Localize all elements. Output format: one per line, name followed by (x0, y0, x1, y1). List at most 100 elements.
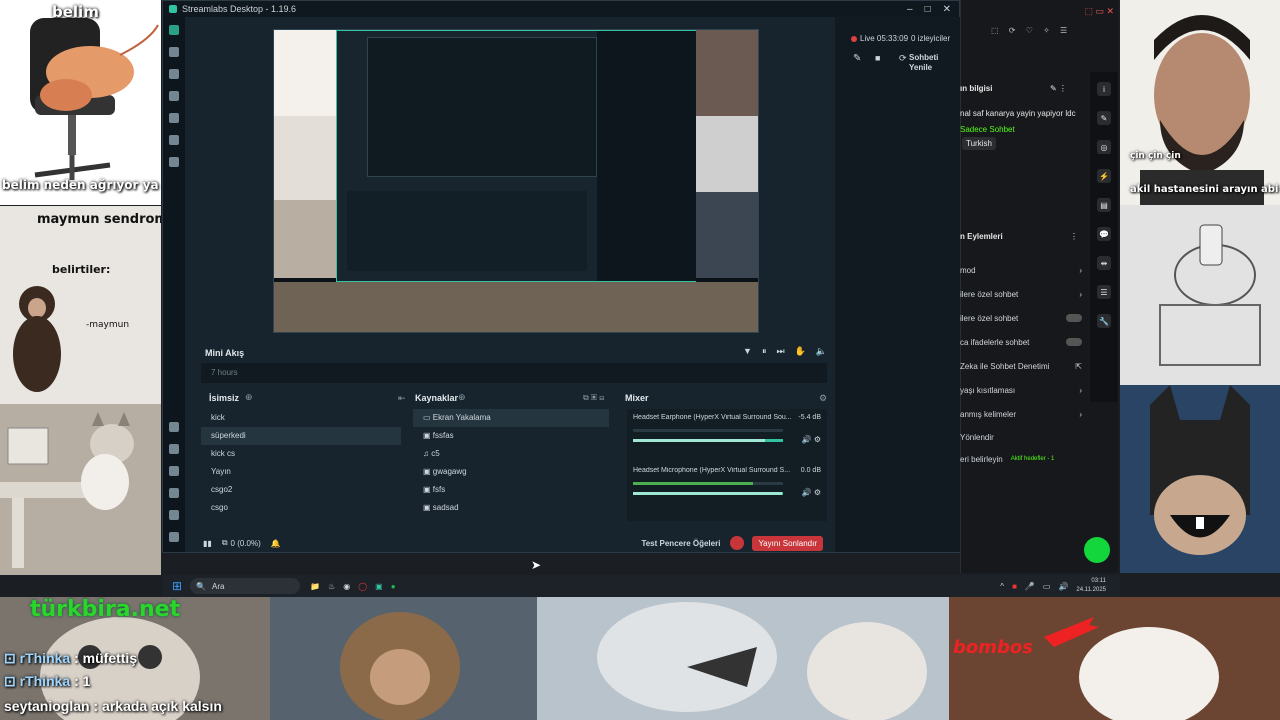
add-scene-icon[interactable]: ⊕ (245, 392, 253, 403)
speaker-icon[interactable]: 🔊 (1058, 582, 1068, 591)
volume-icon[interactable]: 🔈 (816, 346, 827, 357)
rec-button[interactable] (730, 536, 745, 550)
title-bar: Streamlabs Desktop - 1.19.6 – □ ✕ (163, 1, 959, 17)
chat-action-row[interactable]: ilere özel sohbet (960, 306, 1082, 330)
scene-item[interactable]: Yayın (201, 463, 401, 481)
chat-action-row[interactable]: eri belirleyin Aktif hedefler - 1 (960, 448, 1082, 470)
scene-item-selected[interactable]: süperkedi (201, 427, 401, 445)
volume-fill (633, 439, 765, 442)
chat-action-row[interactable]: Yönlendir (960, 426, 1082, 448)
window-title: Streamlabs Desktop - 1.19.6 (182, 4, 297, 14)
source-item[interactable]: ▭ Ekran Yakalama (413, 409, 609, 427)
record-icon[interactable] (169, 157, 179, 167)
chrome-icon[interactable]: ◉ (343, 582, 350, 591)
theme-icon[interactable] (169, 47, 179, 57)
source-item[interactable]: ▣ fsfs (413, 481, 609, 499)
edit-icon[interactable]: ✎ (853, 53, 861, 64)
flash-icon[interactable]: ⚡ (1097, 169, 1111, 183)
scene-transition-icon[interactable]: ⇤ (398, 393, 406, 404)
computer-cat-illustration (0, 404, 161, 575)
filter-icon[interactable]: ▼ (743, 346, 752, 357)
source-tools-icon[interactable]: ⧉ ▣ ⊟ (583, 393, 604, 403)
profile-icon[interactable] (169, 532, 179, 542)
test-widgets-button[interactable]: Test Pencere Öğeleri (641, 539, 720, 548)
chat-actions-title: n Eylemleri (960, 232, 1003, 241)
stats-bars-icon[interactable]: ▮▮ (203, 539, 212, 548)
edit-stream-icon[interactable]: ✎ ⋮ (1050, 84, 1067, 93)
tray-chevron-icon[interactable]: ^ (1000, 582, 1004, 591)
list-icon[interactable]: ☰ (1097, 285, 1111, 299)
volume-fill (633, 492, 782, 495)
chat-action-row[interactable]: mod › (960, 258, 1082, 282)
mute-alerts-icon[interactable]: ✋ (795, 346, 806, 357)
chat-action-row[interactable]: ca ifadelerle sohbet (960, 330, 1082, 354)
chat-action-row[interactable]: ilere özel sohbet › (960, 282, 1082, 306)
mod-icon[interactable]: ■ (875, 53, 880, 63)
mixer-channel-1-slider[interactable] (633, 439, 783, 442)
split-icon[interactable]: ⇹ (1097, 256, 1111, 270)
mouse-cursor-icon: ➤ (531, 558, 542, 572)
source-item[interactable]: ▣ gwagawg (413, 463, 609, 481)
minimize-icon[interactable]: – (907, 4, 913, 15)
chat-action-row[interactable]: Zeka ile Sohbet Denetimi ⇱ (960, 354, 1082, 378)
chat-action-row[interactable]: anmış kelimeler › (960, 402, 1082, 426)
window-controls-icon[interactable]: ⬚ ▭ ✕ (1084, 6, 1114, 17)
source-item[interactable]: ▣ fssfas (413, 427, 609, 445)
shrimp-chair-meme: belim belim neden ağrıyor ya (0, 0, 161, 205)
actions-menu-icon[interactable]: ⋮ (1070, 232, 1078, 241)
streamlabs-taskbar-icon[interactable]: ▣ (375, 582, 383, 591)
preview-shrimp (274, 30, 336, 116)
target-icon[interactable]: ◎ (1097, 140, 1111, 154)
layout-icon[interactable] (169, 135, 179, 145)
stream-preview[interactable] (273, 29, 759, 333)
refresh-icon[interactable]: ⟳ (899, 53, 907, 64)
scene-item[interactable]: csgo2 (201, 481, 401, 499)
scene-item[interactable]: kick cs (201, 445, 401, 463)
file-explorer-icon[interactable]: 📁 (310, 582, 320, 591)
close-icon[interactable]: ✕ (943, 4, 951, 15)
opera-icon[interactable]: ◯ (358, 582, 367, 591)
scene-item[interactable]: kick (201, 409, 401, 427)
steam-icon[interactable]: ♨ (328, 582, 335, 591)
mixer-channel-2-slider[interactable] (633, 492, 783, 495)
webcam-feed: çin çin çin akil hastanesini arayın abi (1120, 0, 1280, 205)
pause-icon[interactable]: ⏸ (762, 346, 767, 357)
mixer-channel-1-controls[interactable]: 🔊 ⚙ (802, 435, 821, 444)
spotify-icon[interactable]: ● (391, 582, 396, 591)
tools-icon[interactable] (169, 91, 179, 101)
network-icon[interactable]: ▭ (1043, 582, 1051, 591)
clock[interactable]: 03:11 24.11.2025 (1076, 577, 1106, 595)
mixer-settings-icon[interactable]: ⚙ (819, 393, 827, 404)
link2-icon[interactable] (169, 444, 179, 454)
windows-start-icon[interactable]: ⊞ (172, 579, 182, 593)
doc-icon[interactable]: ▤ (1097, 198, 1111, 212)
share-icon[interactable] (169, 488, 179, 498)
editor-icon[interactable] (169, 25, 179, 35)
pen-icon[interactable]: ✎ (1097, 111, 1111, 125)
source-item[interactable]: ♫ c5 (413, 445, 609, 463)
taskbar-search[interactable]: 🔍 Ara (190, 578, 301, 594)
skip-icon[interactable]: ⏭ (776, 346, 784, 357)
mixer-channel-2-controls[interactable]: 🔊 ⚙ (802, 488, 821, 497)
link-icon[interactable] (169, 422, 179, 432)
cpu-usage: 0 (0.0%) (230, 538, 261, 548)
end-stream-button[interactable]: Yayını Sonlandır (752, 535, 823, 551)
microphone-icon[interactable]: 🎤 (1025, 582, 1035, 591)
store-icon[interactable] (169, 113, 179, 123)
refresh-chat-button[interactable]: Sohbeti Yenile (909, 53, 949, 73)
scene-item[interactable]: csgo (201, 499, 401, 517)
settings-icon[interactable] (169, 510, 179, 520)
info-icon[interactable]: i (1097, 82, 1111, 96)
source-item[interactable]: ▣ sadsad (413, 499, 609, 517)
notification-icon[interactable]: 🔔 (271, 539, 281, 548)
maximize-icon[interactable]: □ (925, 4, 931, 15)
monkey-thinking-meme (270, 597, 537, 720)
chat-icon[interactable]: 💬 (1097, 227, 1111, 241)
tray-app-icon[interactable]: ■ (1012, 582, 1017, 591)
chat-action-row[interactable]: yaşı kısıtlaması › (960, 378, 1082, 402)
link3-icon[interactable] (169, 466, 179, 476)
add-source-icon[interactable]: ⊕ (458, 392, 466, 403)
clock-time: 03:11 (1091, 578, 1106, 584)
wrench-icon[interactable]: 🔧 (1097, 314, 1111, 328)
stats-icon[interactable] (169, 69, 179, 79)
